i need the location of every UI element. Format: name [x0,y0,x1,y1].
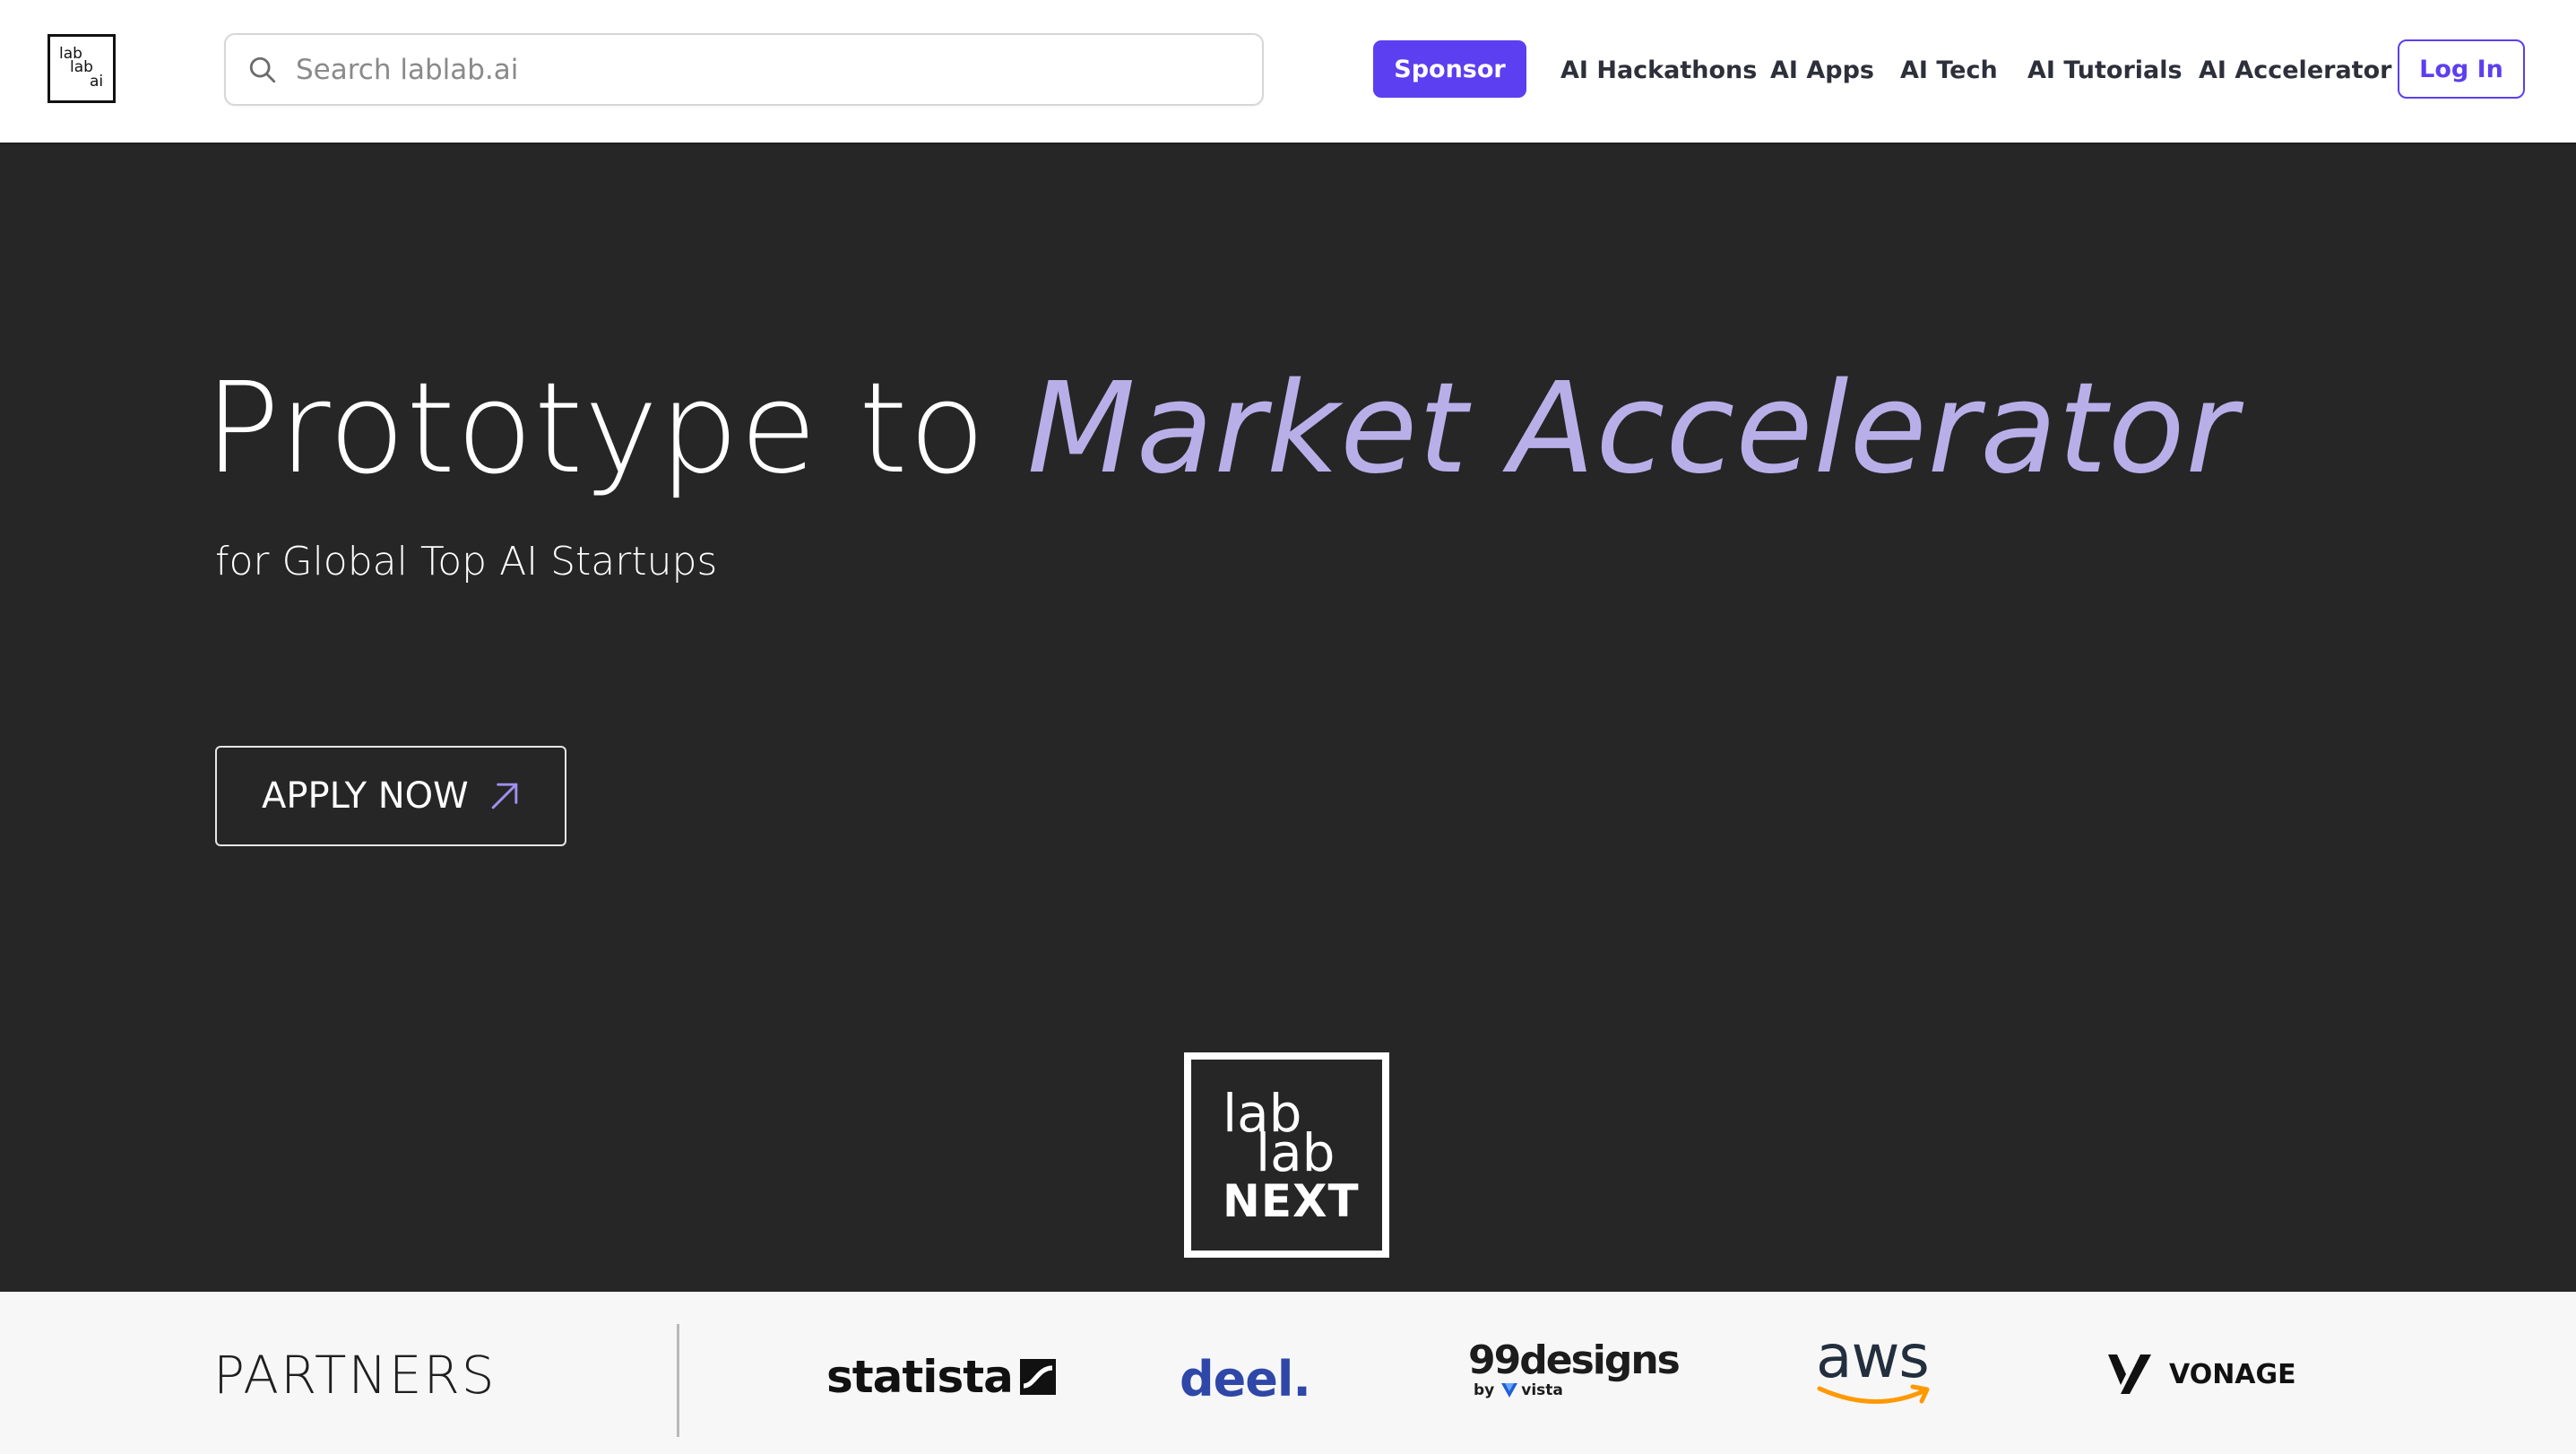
vonage-wordmark: VONAGE [2169,1358,2296,1390]
lablab-logo[interactable]: lab lab ai [48,34,116,103]
hero-title: Prototype to Market Accelerator [204,353,2238,506]
99designs-vista: vista [1521,1381,1563,1399]
partners-divider [677,1324,679,1437]
99designs-by: by [1474,1381,1495,1399]
nav-ai-accelerator[interactable]: AI Accelerator [2199,56,2391,86]
hero-section: Prototype to Market Accelerator for Glob… [0,144,2576,1292]
statista-wordmark: statista [826,1351,1014,1403]
lablab-next-logo: lab lab NEXT [1184,1052,1389,1258]
hero-subtitle: for Global Top AI Startups [215,539,718,584]
nav-ai-tutorials[interactable]: AI Tutorials [2027,56,2183,86]
nav-ai-apps[interactable]: AI Apps [1770,56,1874,86]
logo-line-3: ai [90,73,104,91]
partner-logo-statista[interactable]: statista [826,1351,1056,1403]
hero-title-accent: Market Accelerator [1026,356,2239,502]
apply-now-label: APPLY NOW [262,775,469,817]
apply-now-button[interactable]: APPLY NOW [215,746,566,846]
nav-ai-hackathons[interactable]: AI Hackathons [1560,56,1757,86]
statista-mark-icon [1019,1359,1056,1395]
search-icon [249,56,276,82]
vonage-mark-icon [2108,1354,2151,1394]
next-logo-line-3: NEXT [1223,1175,1360,1227]
vista-mark-icon [1501,1383,1518,1398]
deel-wordmark: deel. [1180,1351,1311,1407]
99designs-wordmark: 99designs [1468,1337,1681,1383]
aws-wordmark: aws [1816,1322,1930,1391]
partners-title: PARTNERS [213,1345,497,1406]
partner-logo-99designs[interactable]: 99designs by vista [1468,1337,1681,1400]
partners-strip: PARTNERS statista deel. 99designs by vis… [0,1292,2576,1454]
nav-ai-tech[interactable]: AI Tech [1900,56,1998,86]
hero-title-plain: Prototype to [204,356,1027,502]
login-button[interactable]: Log In [2398,39,2525,99]
partner-logo-vonage[interactable]: VONAGE [2108,1354,2296,1394]
top-nav-bar: lab lab ai Sponsor AI Hackathons AI Apps… [0,0,2576,144]
partner-logo-deel[interactable]: deel. [1180,1351,1311,1407]
sponsor-button[interactable]: Sponsor [1373,40,1526,98]
99designs-byline: by vista [1474,1381,1679,1399]
partner-logo-aws[interactable]: aws [1816,1328,1938,1412]
search-input[interactable] [296,42,1262,97]
next-logo-line-2: lab [1256,1122,1336,1183]
arrow-up-right-icon [491,783,517,809]
search-box[interactable] [224,33,1264,106]
